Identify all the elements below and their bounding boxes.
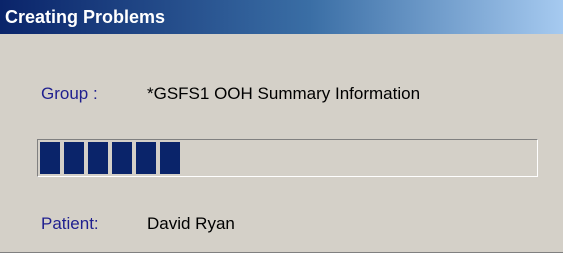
progress-bar — [37, 139, 538, 177]
title-bar[interactable]: Creating Problems — [0, 0, 563, 34]
progress-fill — [40, 142, 180, 174]
window-title: Creating Problems — [5, 7, 166, 27]
patient-label: Patient: — [41, 214, 99, 233]
group-label: Group : — [41, 84, 98, 103]
progress-dialog: Creating Problems Group : *GSFS1 OOH Sum… — [0, 0, 563, 253]
group-value: *GSFS1 OOH Summary Information — [147, 84, 421, 103]
patient-value: David Ryan — [147, 214, 235, 233]
progress-track — [38, 140, 537, 176]
